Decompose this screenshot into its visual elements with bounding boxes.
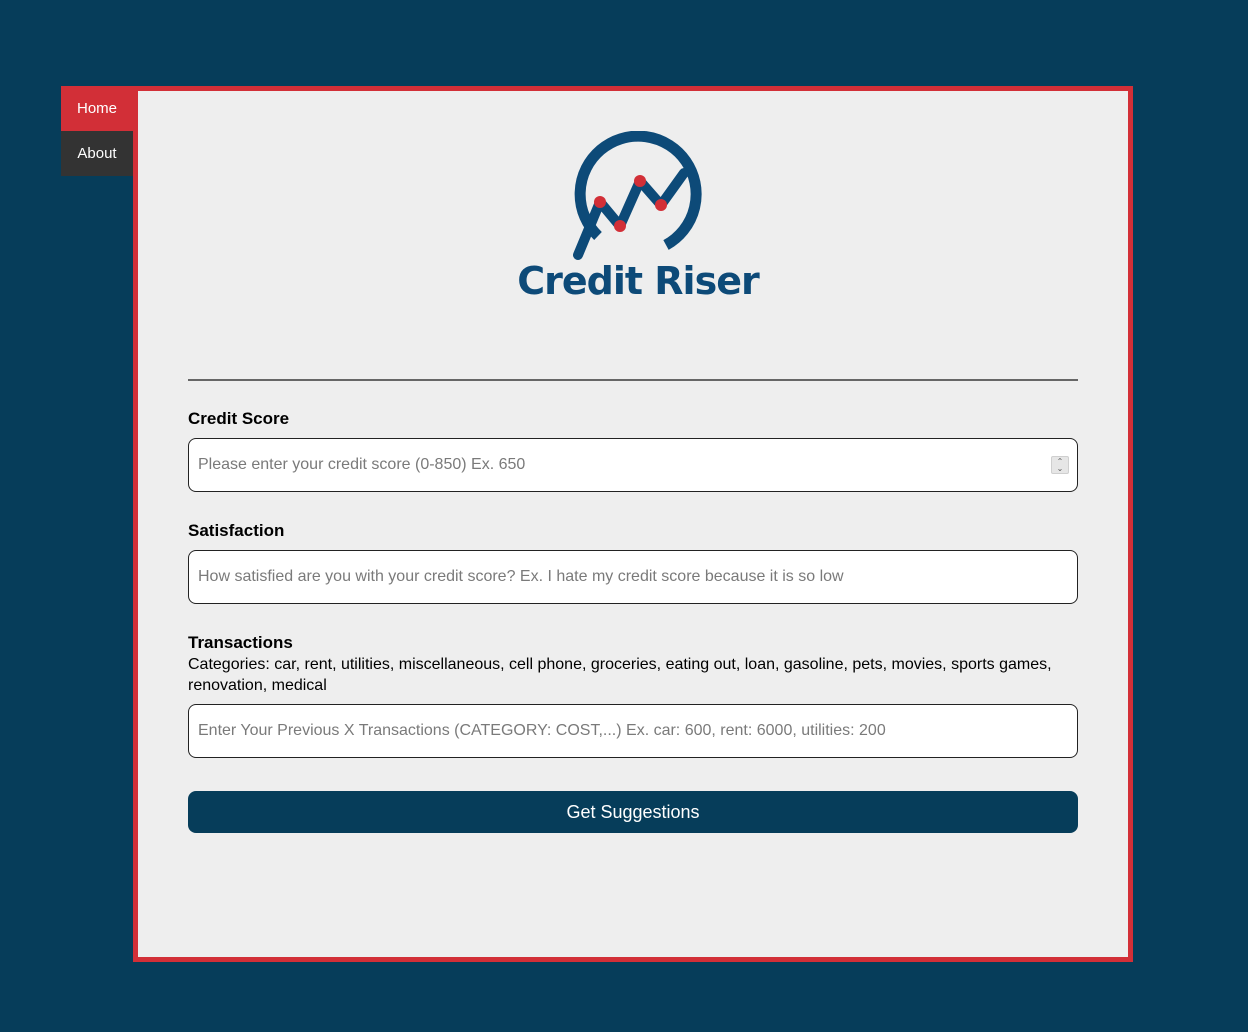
chart-trend-circle-icon	[573, 131, 702, 260]
nav-home-link[interactable]: Home	[61, 86, 133, 131]
credit-riser-logo: Credit Riser	[508, 131, 768, 321]
stepper-chevrons-icon[interactable]: ⌃ ⌄	[1051, 456, 1069, 474]
transaction-categories-text: Categories: car, rent, utilities, miscel…	[188, 656, 1052, 694]
brand-name: Credit Riser	[517, 259, 759, 303]
main-panel: Credit Riser Credit Score ⌃⌄ Satisfactio…	[133, 86, 1133, 962]
section-divider	[188, 379, 1078, 381]
satisfaction-input[interactable]	[188, 550, 1078, 604]
satisfaction-label: Satisfaction	[188, 521, 285, 540]
transactions-label: Transactions	[188, 633, 293, 652]
get-suggestions-button[interactable]: Get Suggestions	[188, 791, 1078, 833]
credit-score-input[interactable]	[188, 438, 1078, 492]
sidebar-nav: Home About	[61, 86, 133, 176]
transactions-input[interactable]	[188, 704, 1078, 758]
credit-score-label: Credit Score	[188, 409, 290, 428]
nav-about-link[interactable]: About	[61, 131, 133, 176]
